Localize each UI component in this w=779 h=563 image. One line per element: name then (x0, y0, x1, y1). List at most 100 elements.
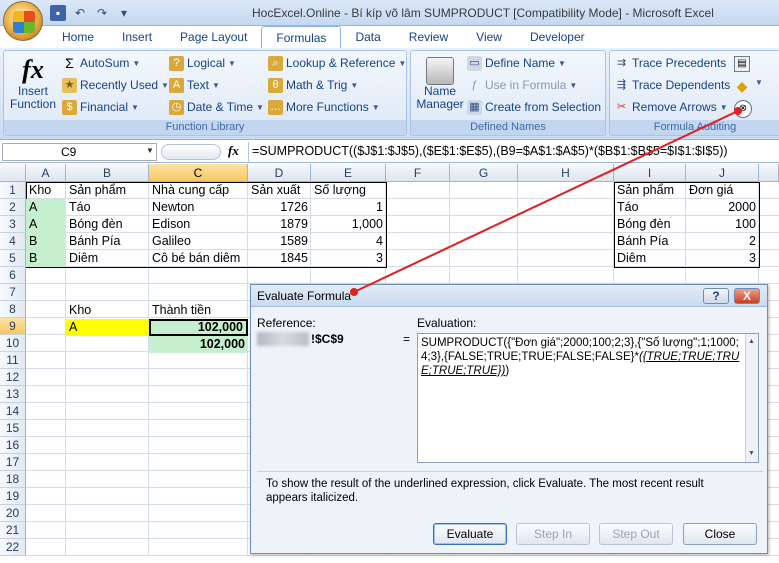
column-header-e[interactable]: E (311, 164, 386, 182)
row-header-10[interactable]: 10 (0, 335, 26, 352)
table1-cell-kho[interactable]: A (26, 216, 66, 233)
evaluation-scrollbar[interactable]: ▲ ▼ (745, 334, 758, 462)
row-header-3[interactable]: 3 (0, 216, 26, 233)
row-header-19[interactable]: 19 (0, 488, 26, 505)
name-manager-button[interactable]: Name Manager (415, 55, 465, 111)
row-header-16[interactable]: 16 (0, 437, 26, 454)
table1-cell-year[interactable]: 1845 (248, 250, 311, 267)
step-out-button[interactable]: Step Out (599, 523, 673, 545)
table1-cell-quantity[interactable]: 4 (311, 233, 386, 250)
column-header-b[interactable]: B (66, 164, 149, 182)
table1-cell-product[interactable]: Bánh Pía (66, 233, 149, 250)
table1-cell-supplier[interactable]: Newton (149, 199, 248, 216)
error-checking-icon[interactable]: ◆ (734, 78, 750, 94)
row-header-21[interactable]: 21 (0, 522, 26, 539)
show-formulas-icon[interactable]: ▤ (734, 56, 750, 72)
logical-button[interactable]: ? Logical ▼ (169, 53, 236, 73)
redo-icon[interactable]: ↷ (94, 5, 110, 21)
table2-header-price[interactable]: Đơn giá (686, 182, 759, 199)
result-cell-c10[interactable]: 102,000 (149, 336, 248, 353)
select-all-corner[interactable] (0, 164, 26, 182)
tab-home[interactable]: Home (48, 26, 108, 48)
row-header-11[interactable]: 11 (0, 352, 26, 369)
scroll-down-icon[interactable]: ▼ (748, 447, 755, 461)
table1-header-quantity[interactable]: Số lượng (311, 182, 386, 199)
table1-cell-quantity[interactable]: 1 (311, 199, 386, 216)
table1-header-product[interactable]: Sản phẩm (66, 182, 149, 199)
financial-button[interactable]: $ Financial ▼ (62, 97, 139, 117)
table1-cell-year[interactable]: 1726 (248, 199, 311, 216)
row-header-22[interactable]: 22 (0, 539, 26, 556)
close-icon[interactable]: X (734, 288, 760, 304)
trace-precedents-button[interactable]: ⇉ Trace Precedents (614, 53, 726, 73)
table2-cell-product[interactable]: Bánh Pía (614, 233, 686, 250)
evaluate-button[interactable]: Evaluate (433, 523, 507, 545)
row-header-17[interactable]: 17 (0, 454, 26, 471)
define-name-button[interactable]: ▭ Define Name ▼ (467, 53, 566, 73)
table1-cell-year[interactable]: 1589 (248, 233, 311, 250)
dialog-title-bar[interactable]: Evaluate Formula ? X (251, 285, 767, 307)
column-header-a[interactable]: A (26, 164, 66, 182)
table1-header-kho[interactable]: Kho (26, 182, 66, 199)
table2-cell-product[interactable]: Táo (614, 199, 686, 216)
fx-icon[interactable]: fx (228, 143, 239, 159)
customize-toolbar-icon[interactable]: ▾ (116, 5, 132, 21)
row-header-9[interactable]: 9 (0, 318, 26, 335)
more-functions-button[interactable]: … More Functions ▼ (268, 97, 380, 117)
table2-cell-product[interactable]: Bóng đèn (614, 216, 686, 233)
text-button[interactable]: A Text ▼ (169, 75, 220, 95)
table2-cell-price[interactable]: 100 (686, 216, 759, 233)
row-header-13[interactable]: 13 (0, 386, 26, 403)
office-button[interactable] (3, 1, 43, 41)
evaluation-box[interactable]: SUMPRODUCT({"Đơn giá";2000;100;2;3},{"Số… (417, 333, 759, 463)
step-in-button[interactable]: Step In (516, 523, 590, 545)
math-trig-button[interactable]: θ Math & Trig ▼ (268, 75, 358, 95)
table1-cell-year[interactable]: 1879 (248, 216, 311, 233)
table1-header-year[interactable]: Sản xuất (248, 182, 311, 199)
column-header-g[interactable]: G (450, 164, 518, 182)
autosum-button[interactable]: Σ AutoSum ▼ (62, 53, 140, 73)
column-header-k[interactable] (759, 164, 779, 182)
row-header-18[interactable]: 18 (0, 471, 26, 488)
kho-input-cell[interactable]: A (66, 319, 149, 336)
column-header-f[interactable]: F (386, 164, 450, 182)
column-header-i[interactable]: I (614, 164, 686, 182)
row-header-6[interactable]: 6 (0, 267, 26, 284)
undo-icon[interactable]: ↶ (72, 5, 88, 21)
table1-cell-kho[interactable]: B (26, 250, 66, 267)
save-icon[interactable]: ▪ (50, 5, 66, 21)
column-header-c[interactable]: C (149, 164, 248, 182)
recently-used-button[interactable]: ★ Recently Used ▼ (62, 75, 169, 95)
row-header-4[interactable]: 4 (0, 233, 26, 250)
formula-bar-handle[interactable] (161, 144, 221, 160)
column-header-j[interactable]: J (686, 164, 759, 182)
tab-data[interactable]: Data (341, 26, 394, 48)
tab-review[interactable]: Review (395, 26, 462, 48)
create-from-selection-button[interactable]: ▦ Create from Selection (467, 97, 601, 117)
column-header-d[interactable]: D (248, 164, 311, 182)
column-header-h[interactable]: H (518, 164, 614, 182)
row-header-5[interactable]: 5 (0, 250, 26, 267)
tab-view[interactable]: View (462, 26, 516, 48)
row-header-8[interactable]: 8 (0, 301, 26, 318)
table1-cell-supplier[interactable]: Edison (149, 216, 248, 233)
lookup-reference-button[interactable]: ⌕ Lookup & Reference ▼ (268, 53, 406, 73)
table1-cell-product[interactable]: Táo (66, 199, 149, 216)
thanh-tien-label-cell[interactable]: Thành tiền (149, 302, 248, 319)
date-time-button[interactable]: ◷ Date & Time ▼ (169, 97, 264, 117)
scroll-up-icon[interactable]: ▲ (748, 335, 755, 349)
row-header-20[interactable]: 20 (0, 505, 26, 522)
close-button[interactable]: Close (683, 523, 757, 545)
row-header-14[interactable]: 14 (0, 403, 26, 420)
table1-cell-supplier[interactable]: Galileo (149, 233, 248, 250)
row-header-1[interactable]: 1 (0, 182, 26, 199)
evaluate-formula-icon[interactable]: ⊗ (734, 100, 752, 118)
insert-function-button[interactable]: fx Insert Function (10, 55, 56, 111)
table1-cell-product[interactable]: Diêm (66, 250, 149, 267)
table2-cell-price[interactable]: 2 (686, 233, 759, 250)
table2-cell-price[interactable]: 2000 (686, 199, 759, 216)
table2-header-product[interactable]: Sản phẩm (614, 182, 686, 199)
table1-cell-kho[interactable]: A (26, 199, 66, 216)
table2-cell-product[interactable]: Diêm (614, 250, 686, 267)
tab-insert[interactable]: Insert (108, 26, 166, 48)
